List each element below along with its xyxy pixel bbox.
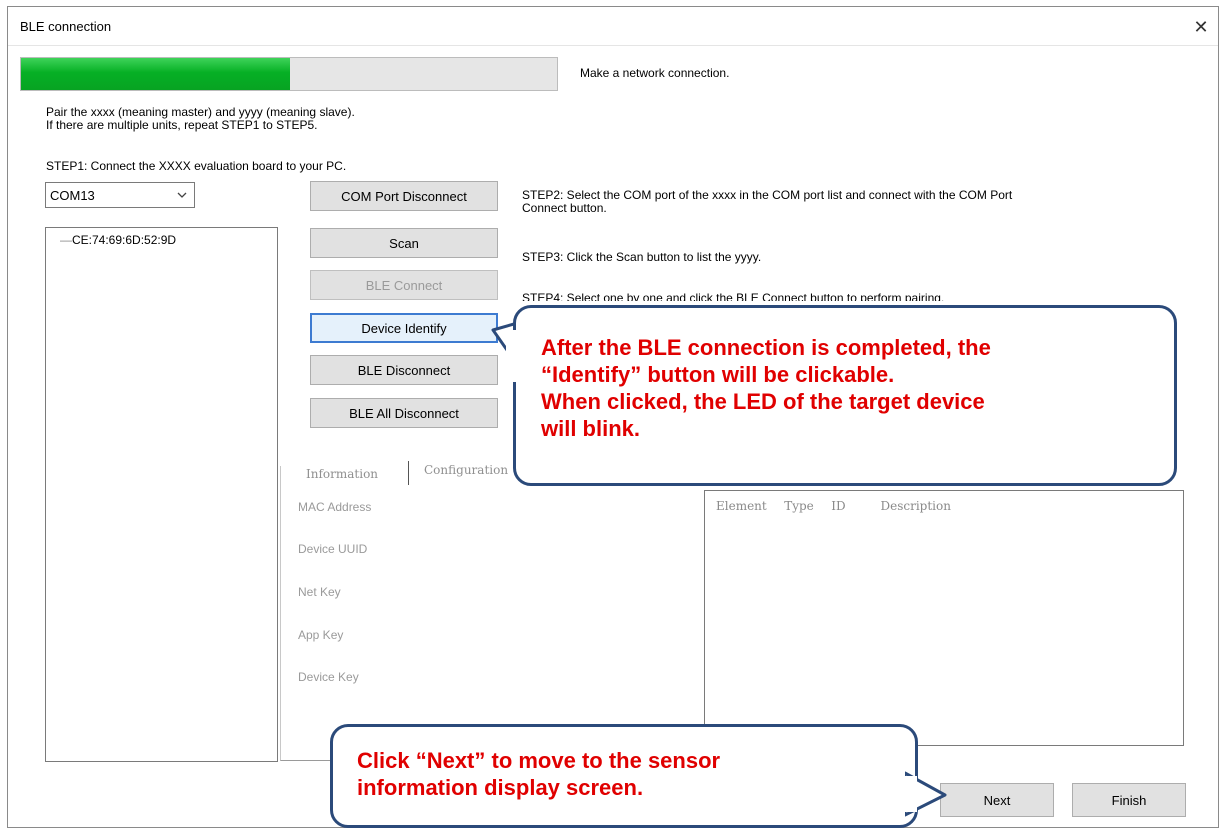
com-port-disconnect-button[interactable]: COM Port Disconnect	[310, 181, 498, 211]
next-button[interactable]: Next	[940, 783, 1054, 817]
ble-disconnect-button[interactable]: BLE Disconnect	[310, 355, 498, 385]
app-key-label: App Key	[298, 628, 344, 642]
callout-next-line-2: information display screen.	[357, 775, 644, 800]
tree-connector: —	[60, 233, 72, 247]
title-bar	[8, 7, 1218, 46]
tab-information-label: Information	[306, 467, 379, 481]
tab-information[interactable]: Information	[284, 461, 409, 485]
device-key-label: Device Key	[298, 670, 359, 684]
callout-identify: After the BLE connection is completed, t…	[513, 305, 1177, 486]
step4-text: STEP4: Select one by one and click the B…	[522, 292, 945, 301]
intro-line-2: If there are multiple units, repeat STEP…	[46, 118, 318, 132]
device-uuid-label: Device UUID	[298, 542, 368, 556]
callout-identify-line-3: When clicked, the LED of the target devi…	[541, 389, 985, 414]
element-list[interactable]	[704, 490, 1184, 746]
scan-button[interactable]: Scan	[310, 228, 498, 258]
mac-address-label: MAC Address	[298, 500, 372, 514]
chevron-down-icon	[176, 186, 188, 207]
ble-all-disconnect-button[interactable]: BLE All Disconnect	[310, 398, 498, 428]
callout-identify-line-4: will blink.	[541, 416, 641, 441]
finish-button[interactable]: Finish	[1072, 783, 1186, 817]
close-icon[interactable]: ✕	[1188, 14, 1214, 40]
column-element: Element	[716, 499, 767, 513]
callout-next-line-1: Click “Next” to move to the sensor	[357, 748, 721, 773]
callout-identify-line-1: After the BLE connection is completed, t…	[541, 335, 991, 360]
step1-text: STEP1: Connect the XXXX evaluation board…	[46, 159, 347, 173]
step3-text: STEP3: Click the Scan button to list the…	[522, 250, 762, 264]
window-title: BLE connection	[20, 19, 112, 34]
progress-status-text: Make a network connection.	[580, 66, 730, 80]
com-port-value: COM13	[50, 188, 95, 203]
callout-next-pointer	[905, 771, 947, 817]
com-port-select[interactable]: COM13	[45, 182, 195, 208]
net-key-label: Net Key	[298, 585, 341, 599]
column-description: Description	[880, 499, 951, 513]
tab-configuration[interactable]: Configuration	[410, 461, 530, 485]
element-list-header: Element Type ID Description	[716, 499, 951, 513]
callout-identify-line-2: “Identify” button will be clickable.	[541, 362, 895, 387]
device-identify-button[interactable]: Device Identify	[310, 313, 498, 343]
callout-identify-pointer-cover	[506, 330, 520, 382]
column-id: ID	[831, 499, 846, 513]
column-type: Type	[784, 499, 814, 513]
device-list-item[interactable]: —CE:74:69:6D:52:9D	[60, 233, 176, 247]
tab-configuration-label: Configuration	[424, 463, 509, 477]
ble-connect-button[interactable]: BLE Connect	[310, 270, 498, 300]
step2-text-line-2: Connect button.	[522, 201, 607, 215]
callout-next: Click “Next” to move to the sensor infor…	[330, 724, 918, 828]
device-list[interactable]	[45, 227, 278, 762]
progress-fill	[21, 58, 290, 90]
device-mac-label: CE:74:69:6D:52:9D	[72, 233, 177, 247]
